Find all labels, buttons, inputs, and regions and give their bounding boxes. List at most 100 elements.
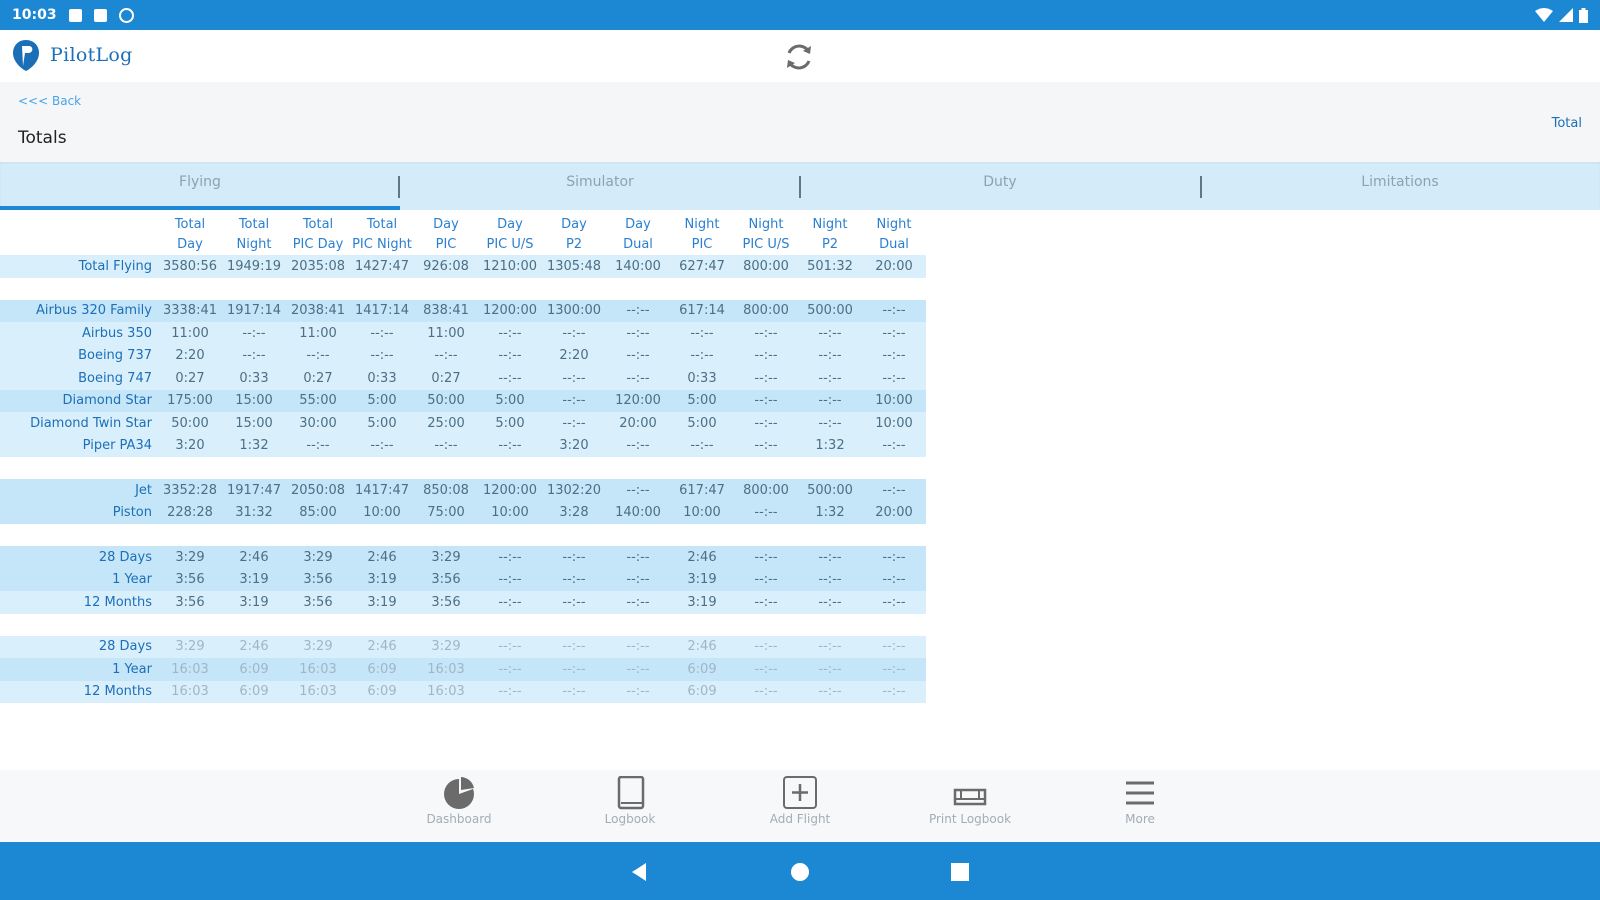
tab-label: Simulator <box>566 174 634 190</box>
tab-bar: Flying Simulator Duty Limitations <box>0 162 1600 210</box>
nav-dashboard[interactable]: Dashboard <box>404 776 514 826</box>
status-time: 10:03 <box>12 7 57 23</box>
table-cell: --:-- <box>478 680 542 703</box>
column-header-line1: Day <box>625 217 651 232</box>
table-cell: --:-- <box>734 568 798 591</box>
table-cell: --:-- <box>606 635 670 658</box>
table-row: Diamond Star 175:00 15:00 55:00 5:00 50:00 5:0… <box>0 389 926 412</box>
table-cell: --:-- <box>862 299 926 322</box>
table-cell: --:-- <box>478 322 542 345</box>
column-header-line2: PIC U/S <box>486 237 534 252</box>
table-cell: 10:00 <box>350 501 414 524</box>
tab-simulator[interactable]: Simulator <box>400 162 800 210</box>
nav-more[interactable]: More <box>1085 776 1195 826</box>
table-cell: --:-- <box>862 367 926 390</box>
table-cell: 3:29 <box>158 635 222 658</box>
table-cell: 2:46 <box>670 546 734 569</box>
table-cell: 800:00 <box>734 299 798 322</box>
table-cell: --:-- <box>798 568 862 591</box>
table-cell: 3:56 <box>158 591 222 614</box>
back-link[interactable]: <<< Back <box>18 94 81 108</box>
table-cell: --:-- <box>734 322 798 345</box>
table-cell: --:-- <box>478 367 542 390</box>
table-spacer-row <box>0 614 926 636</box>
tab-limitations[interactable]: Limitations <box>1200 162 1600 210</box>
table-cell: 838:41 <box>414 299 478 322</box>
table-cell: --:-- <box>414 434 478 457</box>
table-cell: --:-- <box>478 568 542 591</box>
row-label: Boeing 737 <box>0 344 158 367</box>
column-header-line2: PIC <box>435 237 457 252</box>
table-row: Airbus 320 Family 3338:41 1917:14 2038:41 14… <box>0 299 926 322</box>
table-row: 12 Months 3:56 3:19 3:56 3:19 3:56 --:-- --:-- -… <box>0 591 926 614</box>
table-cell: --:-- <box>734 658 798 681</box>
table-cell: --:-- <box>286 434 350 457</box>
table-cell: 5:00 <box>350 389 414 412</box>
table-cell: --:-- <box>798 344 862 367</box>
table-cell: --:-- <box>798 322 862 345</box>
table-cell: 3:29 <box>414 635 478 658</box>
table-cell: --:-- <box>542 568 606 591</box>
table-cell: --:-- <box>734 367 798 390</box>
table-cell: --:-- <box>606 591 670 614</box>
pie-chart-icon <box>444 777 474 809</box>
table-cell: 3:19 <box>670 591 734 614</box>
row-label: Total Flying <box>0 255 158 278</box>
table-cell: 10:00 <box>862 412 926 435</box>
tab-divider <box>398 176 400 198</box>
tab-flying[interactable]: Flying <box>0 162 400 210</box>
table-cell: --:-- <box>286 344 350 367</box>
total-link[interactable]: Total <box>1552 116 1582 131</box>
table-cell: --:-- <box>606 568 670 591</box>
table-body: Total Flying 3580:56 1949:19 2035:08 1427:47… <box>0 255 926 703</box>
table-cell: 15:00 <box>222 389 286 412</box>
table-cell: --:-- <box>862 479 926 502</box>
table-cell: --:-- <box>798 367 862 390</box>
table-cell: 10:00 <box>478 501 542 524</box>
nav-logbook[interactable]: Logbook <box>575 776 685 826</box>
table-cell: 50:00 <box>158 412 222 435</box>
column-header-line1: Night <box>684 217 720 232</box>
table-cell: 175:00 <box>158 389 222 412</box>
nav-label: Print Logbook <box>928 812 1012 826</box>
table-cell: 1300:00 <box>542 299 606 322</box>
table-row: Boeing 737 2:20 --:-- --:-- --:-- --:-- --:-- 2… <box>0 344 926 367</box>
home-icon[interactable] <box>790 862 810 882</box>
tab-divider <box>799 176 801 198</box>
table-spacer-row <box>0 278 926 300</box>
column-header-line1: Night <box>812 217 848 232</box>
table-cell: 3:56 <box>414 568 478 591</box>
app-logo[interactable]: PilotLog <box>12 38 133 72</box>
table-cell: --:-- <box>734 546 798 569</box>
status-bar: 10:03 <box>0 0 1600 30</box>
column-header: Night P2 <box>798 210 862 255</box>
table-cell: --:-- <box>542 367 606 390</box>
table-cell: 2035:08 <box>286 255 350 278</box>
tab-duty[interactable]: Duty <box>800 162 1200 210</box>
system-navigation-bar <box>0 842 1600 900</box>
column-header-line2: Night <box>236 237 272 252</box>
table-cell: --:-- <box>350 322 414 345</box>
table-cell: 0:27 <box>414 367 478 390</box>
column-header: Night Dual <box>862 210 926 255</box>
spacer-cell <box>0 614 926 636</box>
back-icon[interactable] <box>629 862 649 882</box>
table-cell: --:-- <box>606 367 670 390</box>
table-cell: --:-- <box>862 591 926 614</box>
column-header: Day PIC <box>414 210 478 255</box>
recents-icon[interactable] <box>950 862 970 882</box>
sync-icon[interactable] <box>782 40 816 74</box>
nav-print-logbook[interactable]: Print Logbook <box>915 776 1025 826</box>
table-cell: --:-- <box>606 546 670 569</box>
table-cell: 2:20 <box>542 344 606 367</box>
spacer-cell <box>0 457 926 479</box>
table-cell: 2:46 <box>222 635 286 658</box>
table-cell: --:-- <box>478 546 542 569</box>
notification-icon <box>68 8 82 22</box>
table-cell: 16:03 <box>158 680 222 703</box>
table-cell: 55:00 <box>286 389 350 412</box>
table-row: 12 Months 16:03 6:09 16:03 6:09 16:03 --:-- --:… <box>0 680 926 703</box>
column-header-line2: PIC U/S <box>742 237 790 252</box>
nav-add-flight[interactable]: Add Flight <box>745 776 855 826</box>
table-cell: 1302:20 <box>542 479 606 502</box>
